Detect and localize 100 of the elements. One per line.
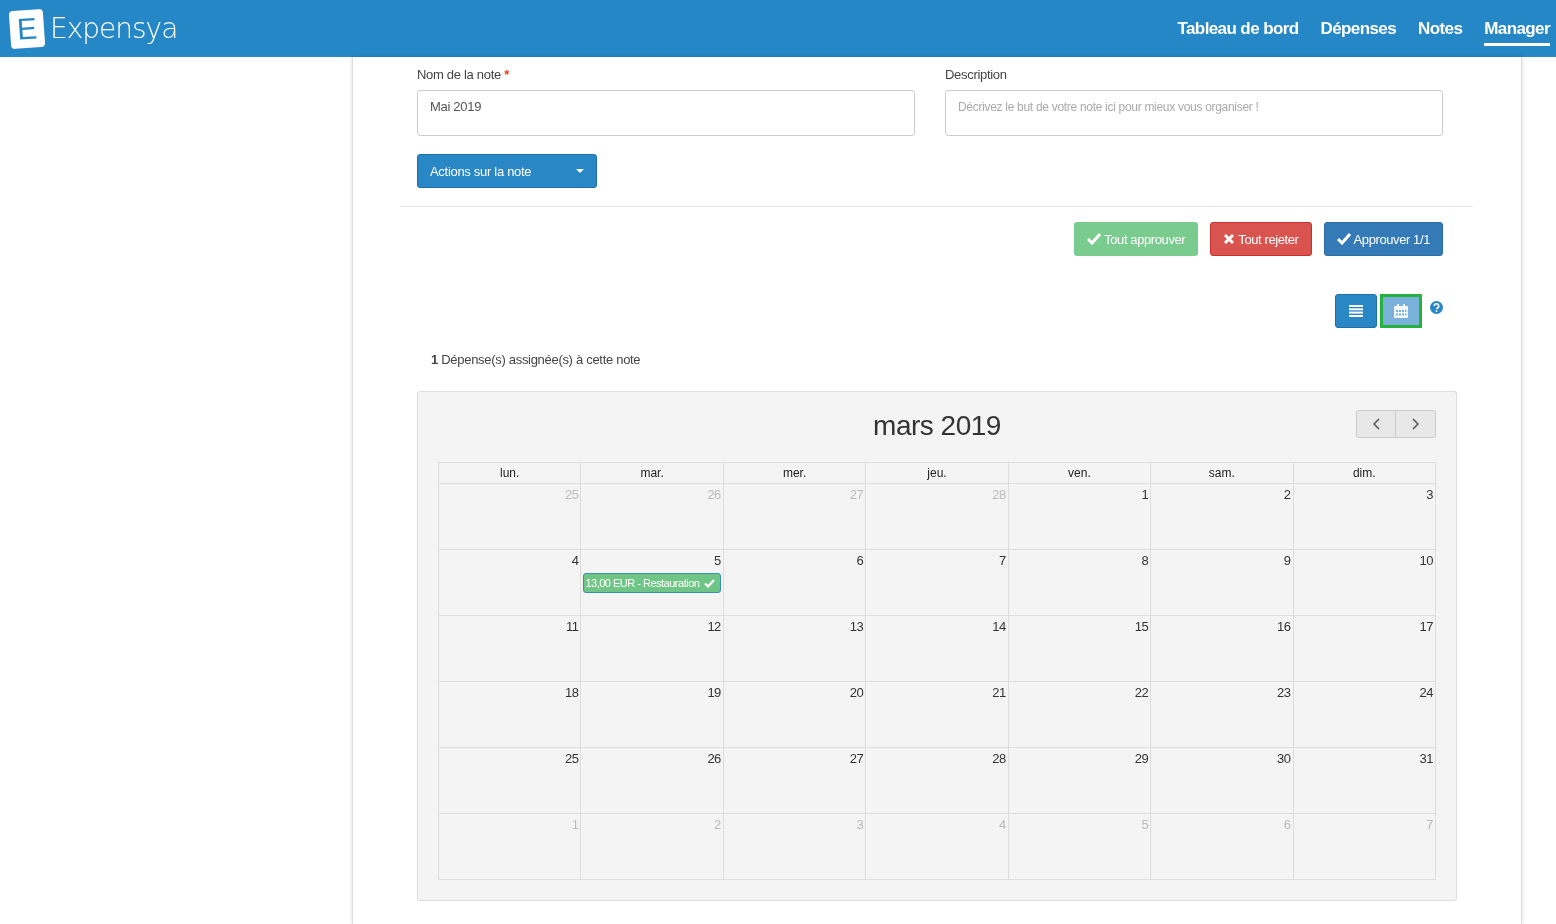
day-cell[interactable]: 16 xyxy=(1151,616,1294,682)
day-number: 24 xyxy=(1419,685,1433,700)
day-number: 7 xyxy=(1426,817,1433,832)
day-number: 28 xyxy=(992,751,1006,766)
day-number: 29 xyxy=(1134,751,1149,766)
day-number: 14 xyxy=(992,619,1006,634)
day-number: 6 xyxy=(1283,817,1291,832)
day-number: 11 xyxy=(565,619,579,634)
day-number: 20 xyxy=(849,685,864,700)
day-cell[interactable]: 7 xyxy=(866,550,1009,616)
day-number: 25 xyxy=(564,487,579,502)
day-cell[interactable]: 2 xyxy=(1151,484,1294,550)
day-number: 3 xyxy=(856,817,864,832)
field-label: Nom de la note * xyxy=(417,67,511,82)
day-number: 15 xyxy=(1134,619,1149,634)
approval-button[interactable]: Tout rejeter xyxy=(1210,222,1312,256)
day-cell[interactable]: 17 xyxy=(1293,616,1436,682)
day-number: 12 xyxy=(707,619,721,634)
next-button[interactable] xyxy=(1396,410,1436,438)
nav-link[interactable]: Manager xyxy=(1484,18,1550,46)
day-number: 13 xyxy=(849,619,864,634)
day-number: 2 xyxy=(714,817,721,832)
day-cell[interactable]: 5 13,00 EUR - Restauration xyxy=(581,550,724,616)
day-cell[interactable]: 15 xyxy=(1008,616,1152,682)
day-cell[interactable]: 23 xyxy=(1151,682,1294,748)
nav-link[interactable]: Dépenses xyxy=(1320,18,1397,46)
day-number: 30 xyxy=(1277,751,1291,766)
actions-dropdown[interactable]: Actions sur la note xyxy=(417,154,597,188)
day-cell[interactable]: 22 xyxy=(1008,682,1152,748)
day-number: 4 xyxy=(571,553,579,568)
day-number: 8 xyxy=(1141,553,1149,568)
weekday-header: ven. xyxy=(1008,463,1152,484)
day-cell[interactable]: 18 xyxy=(439,682,582,748)
list-icon xyxy=(1349,305,1363,317)
day-number: 23 xyxy=(1277,685,1291,700)
day-number: 7 xyxy=(998,553,1006,568)
nav-link[interactable]: Notes xyxy=(1418,18,1463,46)
day-cell[interactable]: 13 xyxy=(723,616,867,682)
day-cell[interactable]: 28 xyxy=(866,748,1009,814)
day-cell[interactable]: 11 xyxy=(439,616,582,682)
calendar-view-button[interactable] xyxy=(1380,294,1422,328)
day-number: 18 xyxy=(564,685,579,700)
day-cell[interactable]: 29 xyxy=(1008,748,1152,814)
weekday-header: lun. xyxy=(439,463,582,484)
day-number: 5 xyxy=(1141,817,1149,832)
day-cell[interactable]: 9 xyxy=(1151,550,1294,616)
weekday-header: mer. xyxy=(723,463,867,484)
logo-icon: E xyxy=(8,8,46,49)
day-number: 10 xyxy=(1419,553,1433,568)
day-cell[interactable]: 12 xyxy=(581,616,724,682)
day-cell[interactable]: 19 xyxy=(581,682,724,748)
previous-button[interactable] xyxy=(1356,410,1396,438)
day-cell[interactable]: 6 xyxy=(723,550,867,616)
name-input[interactable]: Mai 2019 xyxy=(417,90,915,136)
calendar-icon xyxy=(1394,304,1408,318)
weekday-header: jeu. xyxy=(866,463,1009,484)
day-number: 3 xyxy=(1426,487,1433,502)
day-cell[interactable]: 10 xyxy=(1293,550,1436,616)
list-view-button[interactable] xyxy=(1335,294,1377,328)
day-number: 19 xyxy=(707,685,721,700)
day-cell[interactable]: 4 xyxy=(439,550,582,616)
description-input[interactable]: Décrivez le but de votre note ici pour mieux vous organiser ! xyxy=(945,90,1443,136)
day-cell[interactable]: 24 xyxy=(1293,682,1436,748)
check-icon xyxy=(1336,233,1351,245)
day-number: 25 xyxy=(564,751,579,766)
calendar-title: mars 2019 xyxy=(873,410,1001,443)
day-number: 28 xyxy=(992,487,1006,502)
day-cell[interactable]: 8 xyxy=(1008,550,1152,616)
day-cell[interactable]: 30 xyxy=(1151,748,1294,814)
day-number: 27 xyxy=(849,487,864,502)
day-cell[interactable]: 21 xyxy=(866,682,1009,748)
nav-link[interactable]: Tableau de bord xyxy=(1177,18,1299,46)
day-number: 22 xyxy=(1134,685,1149,700)
weekday-header: mar. xyxy=(581,463,724,484)
day-number: 17 xyxy=(1419,619,1433,634)
help-icon[interactable] xyxy=(1430,300,1443,314)
day-cell[interactable]: 26 xyxy=(581,748,724,814)
day-cell[interactable]: 20 xyxy=(723,682,867,748)
day-number: 21 xyxy=(992,685,1006,700)
day-cell[interactable]: 1 xyxy=(1008,484,1152,550)
approval-button[interactable]: Approuver 1/1 xyxy=(1323,222,1443,256)
day-number: 1 xyxy=(1141,487,1149,502)
chevron-right-icon xyxy=(1411,418,1420,430)
day-number: 26 xyxy=(707,751,721,766)
day-cell[interactable]: 3 xyxy=(1293,484,1436,550)
day-cell[interactable]: 25 xyxy=(439,748,582,814)
expense-count-text: 1 Dépense(s) assignée(s) à cette note xyxy=(430,351,642,367)
brand-name: Expensya xyxy=(50,12,178,45)
day-cell[interactable]: 27 xyxy=(723,748,867,814)
day-number: 5 xyxy=(714,553,721,568)
day-number: 26 xyxy=(707,487,721,502)
chevron-left-icon xyxy=(1372,418,1380,430)
day-cell[interactable]: 31 xyxy=(1293,748,1436,814)
day-number: 9 xyxy=(1283,553,1291,568)
check-icon xyxy=(1087,233,1102,245)
close-icon xyxy=(1223,233,1236,245)
day-number: 1 xyxy=(571,817,579,832)
day-cell[interactable]: 14 xyxy=(866,616,1009,682)
weekday-header: sam. xyxy=(1151,463,1294,484)
day-number: 2 xyxy=(1283,487,1291,502)
